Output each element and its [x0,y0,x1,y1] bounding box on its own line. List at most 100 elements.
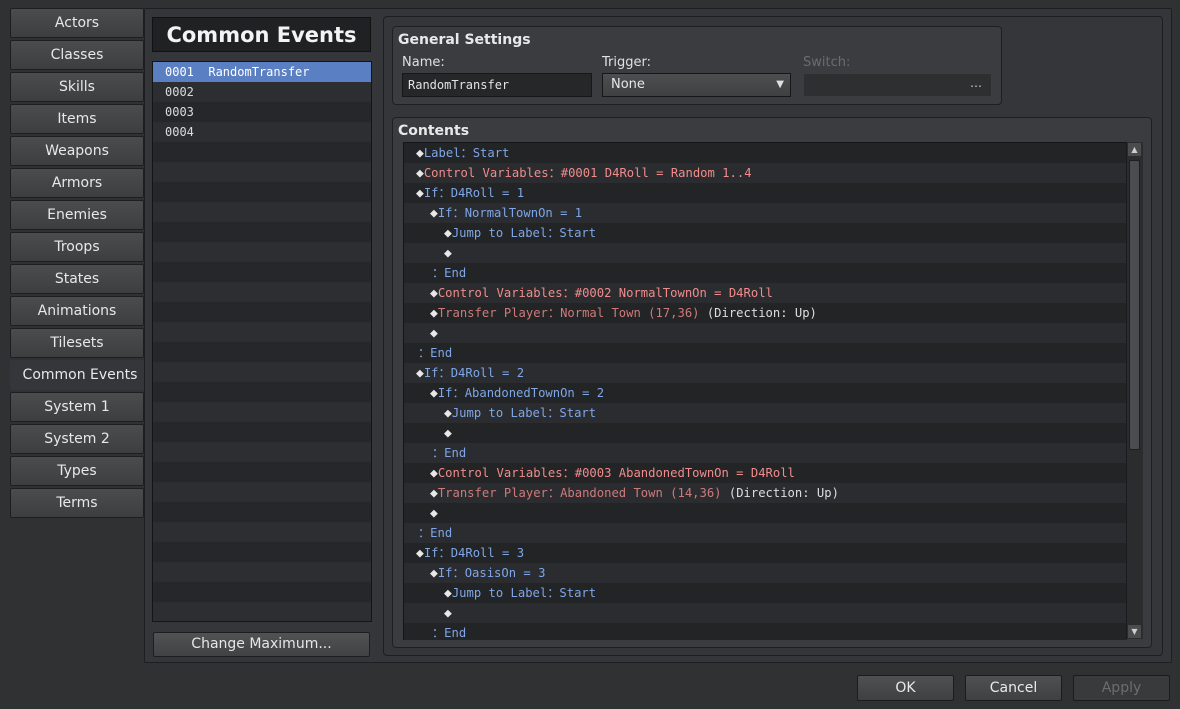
command-text: Control Variables：#0002 NormalTownOn = D… [437,286,773,300]
tab-items[interactable]: Items [10,104,144,134]
command-row[interactable]: ◆Transfer Player：Normal Town (17,36) (Di… [404,303,1127,323]
name-label: Name: [402,55,445,70]
cancel-button[interactable]: Cancel [965,675,1062,701]
common-events-title: Common Events [152,17,371,52]
apply-button[interactable]: Apply [1073,675,1170,701]
command-diamond-icon: ◆ [416,146,424,161]
command-row[interactable]: ◆ [404,503,1127,523]
command-diamond-icon: ◆ [444,586,452,601]
tab-terms[interactable]: Terms [10,488,144,518]
dropdown-arrow-icon: ▼ [776,79,784,90]
command-row[interactable]: ◆Control Variables：#0001 D4Roll = Random… [404,163,1127,183]
command-text: Jump to Label：Start [451,226,597,240]
command-row[interactable]: ：End [404,263,1127,283]
command-diamond-icon: ◆ [430,206,438,221]
name-field[interactable]: RandomTransfer [402,73,592,97]
command-text: If：OasisOn = 3 [437,566,546,580]
command-diamond-icon: ◆ [416,186,424,201]
command-diamond-icon: ◆ [430,386,438,401]
tab-armors[interactable]: Armors [10,168,144,198]
contents-title: Contents [398,123,470,139]
command-row[interactable]: ：End [404,343,1127,363]
event-list-item[interactable]: 0001 RandomTransfer [153,62,371,82]
command-diamond-icon: ◆ [430,566,438,581]
command-text: ：End [418,346,453,360]
command-diamond-icon: ◆ [430,286,438,301]
command-diamond-icon: ◆ [444,606,452,621]
scroll-up-arrow-icon[interactable]: ▲ [1128,143,1141,156]
tab-troops[interactable]: Troops [10,232,144,262]
command-text: ：End [432,446,467,460]
trigger-value: None [611,77,645,92]
command-diamond-icon: ◆ [430,306,438,321]
tab-states[interactable]: States [10,264,144,294]
change-maximum-button[interactable]: Change Maximum... [153,632,370,657]
scroll-down-arrow-icon[interactable]: ▼ [1128,625,1141,638]
tab-common-events[interactable]: Common Events [10,360,150,390]
command-text: If：AbandonedTownOn = 2 [437,386,605,400]
command-row[interactable]: ◆If：OasisOn = 3 [404,563,1127,583]
command-text: If：NormalTownOn = 1 [437,206,583,220]
command-row[interactable]: ◆Jump to Label：Start [404,403,1127,423]
command-diamond-icon: ◆ [430,506,438,521]
command-row[interactable]: ◆Label：Start [404,143,1127,163]
command-row[interactable]: ◆Jump to Label：Start [404,223,1127,243]
tab-skills[interactable]: Skills [10,72,144,102]
tab-enemies[interactable]: Enemies [10,200,144,230]
command-row[interactable]: ◆ [404,323,1127,343]
command-row[interactable]: ◆If：NormalTownOn = 1 [404,203,1127,223]
general-settings-title: General Settings [398,32,531,48]
command-row[interactable]: ：End [404,523,1127,543]
command-row[interactable]: ◆If：D4Roll = 1 [404,183,1127,203]
tab-animations[interactable]: Animations [10,296,144,326]
event-list-item[interactable]: 0002 [153,82,371,102]
general-settings-group: General Settings Name: RandomTransfer Tr… [392,26,1002,105]
command-diamond-icon: ◆ [444,406,452,421]
tab-actors[interactable]: Actors [10,8,144,38]
tab-system-1[interactable]: System 1 [10,392,144,422]
command-row[interactable]: ◆Transfer Player：Abandoned Town (14,36) … [404,483,1127,503]
tab-tilesets[interactable]: Tilesets [10,328,144,358]
switch-select-button[interactable]: … [803,73,992,97]
command-row[interactable]: ◆Control Variables：#0003 AbandonedTownOn… [404,463,1127,483]
command-text: Label：Start [423,146,510,160]
ok-button[interactable]: OK [857,675,954,701]
database-tabs: Actors Classes Skills Items Weapons Armors Ene… [10,8,150,520]
command-row[interactable]: ◆Jump to Label：Start [404,583,1127,603]
command-row[interactable]: ◆Control Variables：#0002 NormalTownOn = … [404,283,1127,303]
trigger-label: Trigger: [602,55,651,70]
command-diamond-icon: ◆ [416,546,424,561]
tab-classes[interactable]: Classes [10,40,144,70]
command-row[interactable]: ◆ [404,243,1127,263]
command-row[interactable]: ◆If：D4Roll = 3 [404,543,1127,563]
command-row[interactable]: ◆If：D4Roll = 2 [404,363,1127,383]
command-text: If：D4Roll = 1 [423,186,525,200]
event-list-item[interactable]: 0004 [153,122,371,142]
command-diamond-icon: ◆ [444,246,452,261]
command-text: Transfer Player：Abandoned Town (14,36) [437,486,722,500]
command-text: Control Variables：#0001 D4Roll = Random … [423,166,752,180]
command-row[interactable]: ：End [404,443,1127,463]
command-text: If：D4Roll = 2 [423,366,525,380]
trigger-select[interactable]: None ▼ [602,73,791,97]
command-list-scrollbar[interactable]: ▲ ▼ [1126,142,1143,639]
command-text: Jump to Label：Start [451,406,597,420]
command-list[interactable]: ◆Label：Start ◆Control Variables：#0001 D4R… [403,142,1127,640]
tab-weapons[interactable]: Weapons [10,136,144,166]
command-diamond-icon: ◆ [416,366,424,381]
command-diamond-icon: ◆ [430,486,438,501]
tab-system-2[interactable]: System 2 [10,424,144,454]
event-list-item[interactable]: 0003 [153,102,371,122]
switch-label: Switch: [803,55,851,70]
command-diamond-icon: ◆ [416,166,424,181]
command-diamond-icon: ◆ [444,226,452,241]
command-text: If：D4Roll = 3 [423,546,525,560]
command-text: ：End [432,626,467,640]
command-row[interactable]: ◆ [404,603,1127,623]
tab-types[interactable]: Types [10,456,144,486]
command-row[interactable]: ：End [404,623,1127,640]
command-row[interactable]: ◆ [404,423,1127,443]
command-row[interactable]: ◆If：AbandonedTownOn = 2 [404,383,1127,403]
command-text: Jump to Label：Start [451,586,597,600]
scrollbar-thumb[interactable] [1129,160,1140,450]
